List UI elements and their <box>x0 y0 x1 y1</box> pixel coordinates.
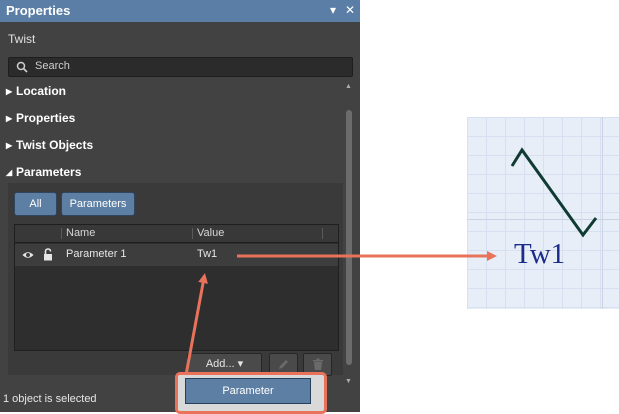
twist-wire[interactable] <box>510 147 598 238</box>
callout-arrow-to-value <box>184 273 209 376</box>
annotation-overlay <box>184 147 598 376</box>
